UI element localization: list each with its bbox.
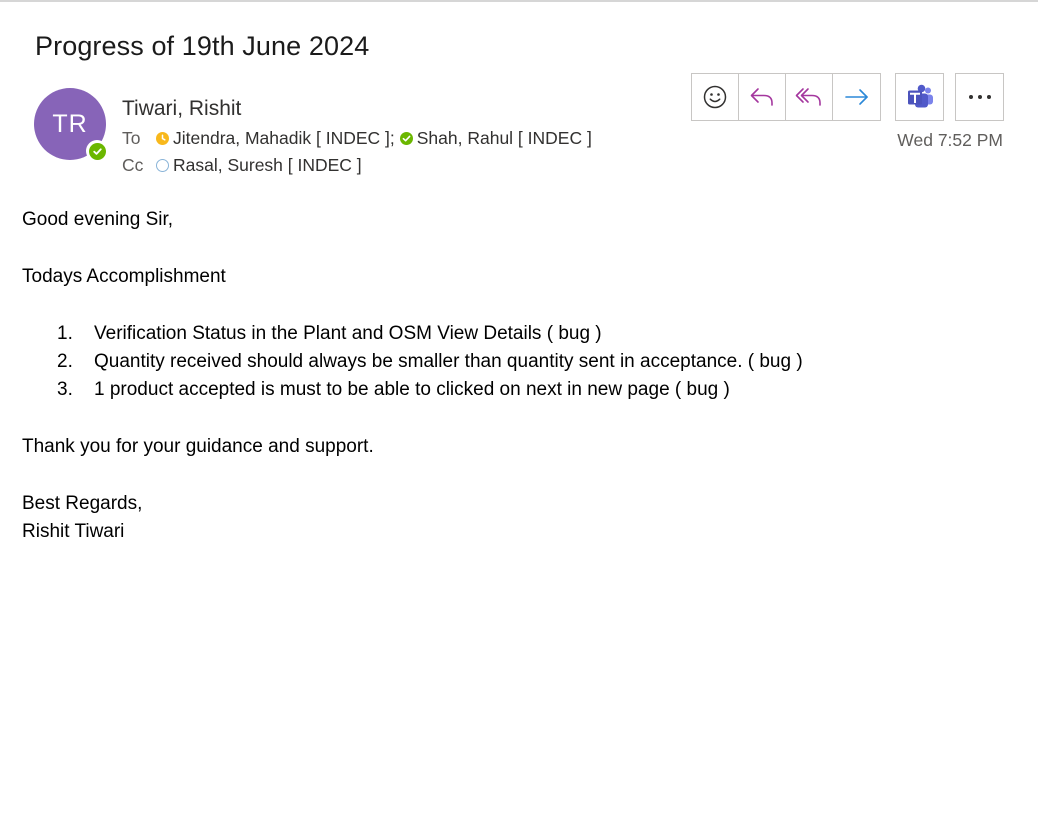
list-text: Quantity received should always be small… bbox=[94, 351, 803, 372]
react-button[interactable] bbox=[692, 74, 739, 120]
recipient-jitendra[interactable]: Jitendra, Mahadik [ INDEC ]; bbox=[173, 128, 395, 149]
reply-icon bbox=[750, 88, 773, 106]
reply-all-button[interactable] bbox=[786, 74, 833, 120]
teams-icon bbox=[907, 84, 933, 108]
recipient-rasal[interactable]: Rasal, Suresh [ INDEC ] bbox=[173, 155, 362, 176]
emoji-react-icon bbox=[703, 85, 727, 109]
reply-button[interactable] bbox=[739, 74, 786, 120]
message-actions-toolbar bbox=[691, 73, 881, 121]
forward-button[interactable] bbox=[833, 74, 880, 120]
list-number: 1. bbox=[57, 323, 73, 344]
sender-name[interactable]: Tiwari, Rishit bbox=[122, 97, 241, 121]
teams-toolbar bbox=[895, 73, 944, 121]
greeting: Good evening Sir, bbox=[22, 209, 174, 230]
thanks-line: Thank you for your guidance and support. bbox=[22, 436, 374, 457]
accomplishment-heading: Todays Accomplishment bbox=[22, 266, 226, 287]
forward-icon bbox=[844, 89, 868, 105]
cc-label: Cc bbox=[122, 155, 144, 175]
signature: Rishit Tiwari bbox=[22, 521, 125, 542]
list-number: 3. bbox=[57, 379, 73, 400]
received-timestamp: Wed 7:52 PM bbox=[897, 130, 1003, 150]
top-divider bbox=[0, 0, 1038, 2]
to-label: To bbox=[122, 128, 141, 148]
email-subject: Progress of 19th June 2024 bbox=[35, 31, 370, 61]
recipient-shah[interactable]: Shah, Rahul [ INDEC ] bbox=[417, 128, 592, 149]
reply-all-icon bbox=[795, 88, 821, 106]
list-item: 3. 1 product accepted is must to be able… bbox=[57, 379, 730, 401]
list-number: 2. bbox=[57, 351, 73, 372]
offline-status-icon bbox=[156, 159, 169, 172]
list-item: 1. Verification Status in the Plant and … bbox=[57, 323, 602, 345]
available-check-icon bbox=[399, 132, 413, 145]
share-to-teams-button[interactable] bbox=[896, 74, 943, 120]
avatar-initials: TR bbox=[52, 109, 88, 138]
more-actions-button[interactable] bbox=[956, 74, 1003, 120]
more-actions-toolbar bbox=[955, 73, 1004, 121]
cc-recipients-row: Cc Rasal, Suresh [ INDEC ] bbox=[122, 155, 367, 176]
sender-presence-badge bbox=[86, 140, 108, 162]
available-check-icon bbox=[88, 142, 106, 160]
email-reading-pane: Progress of 19th June 2024 TR Tiwari, Ri… bbox=[0, 0, 1038, 830]
to-recipients-row: To Jitendra, Mahadik [ INDEC ]; Shah, Ra… bbox=[122, 128, 597, 149]
list-item: 2. Quantity received should always be sm… bbox=[57, 351, 803, 373]
closing-line: Best Regards, bbox=[22, 493, 143, 514]
away-clock-icon bbox=[156, 132, 169, 145]
list-text: Verification Status in the Plant and OSM… bbox=[94, 323, 602, 344]
more-options-icon bbox=[968, 95, 991, 99]
list-text: 1 product accepted is must to be able to… bbox=[94, 379, 730, 400]
